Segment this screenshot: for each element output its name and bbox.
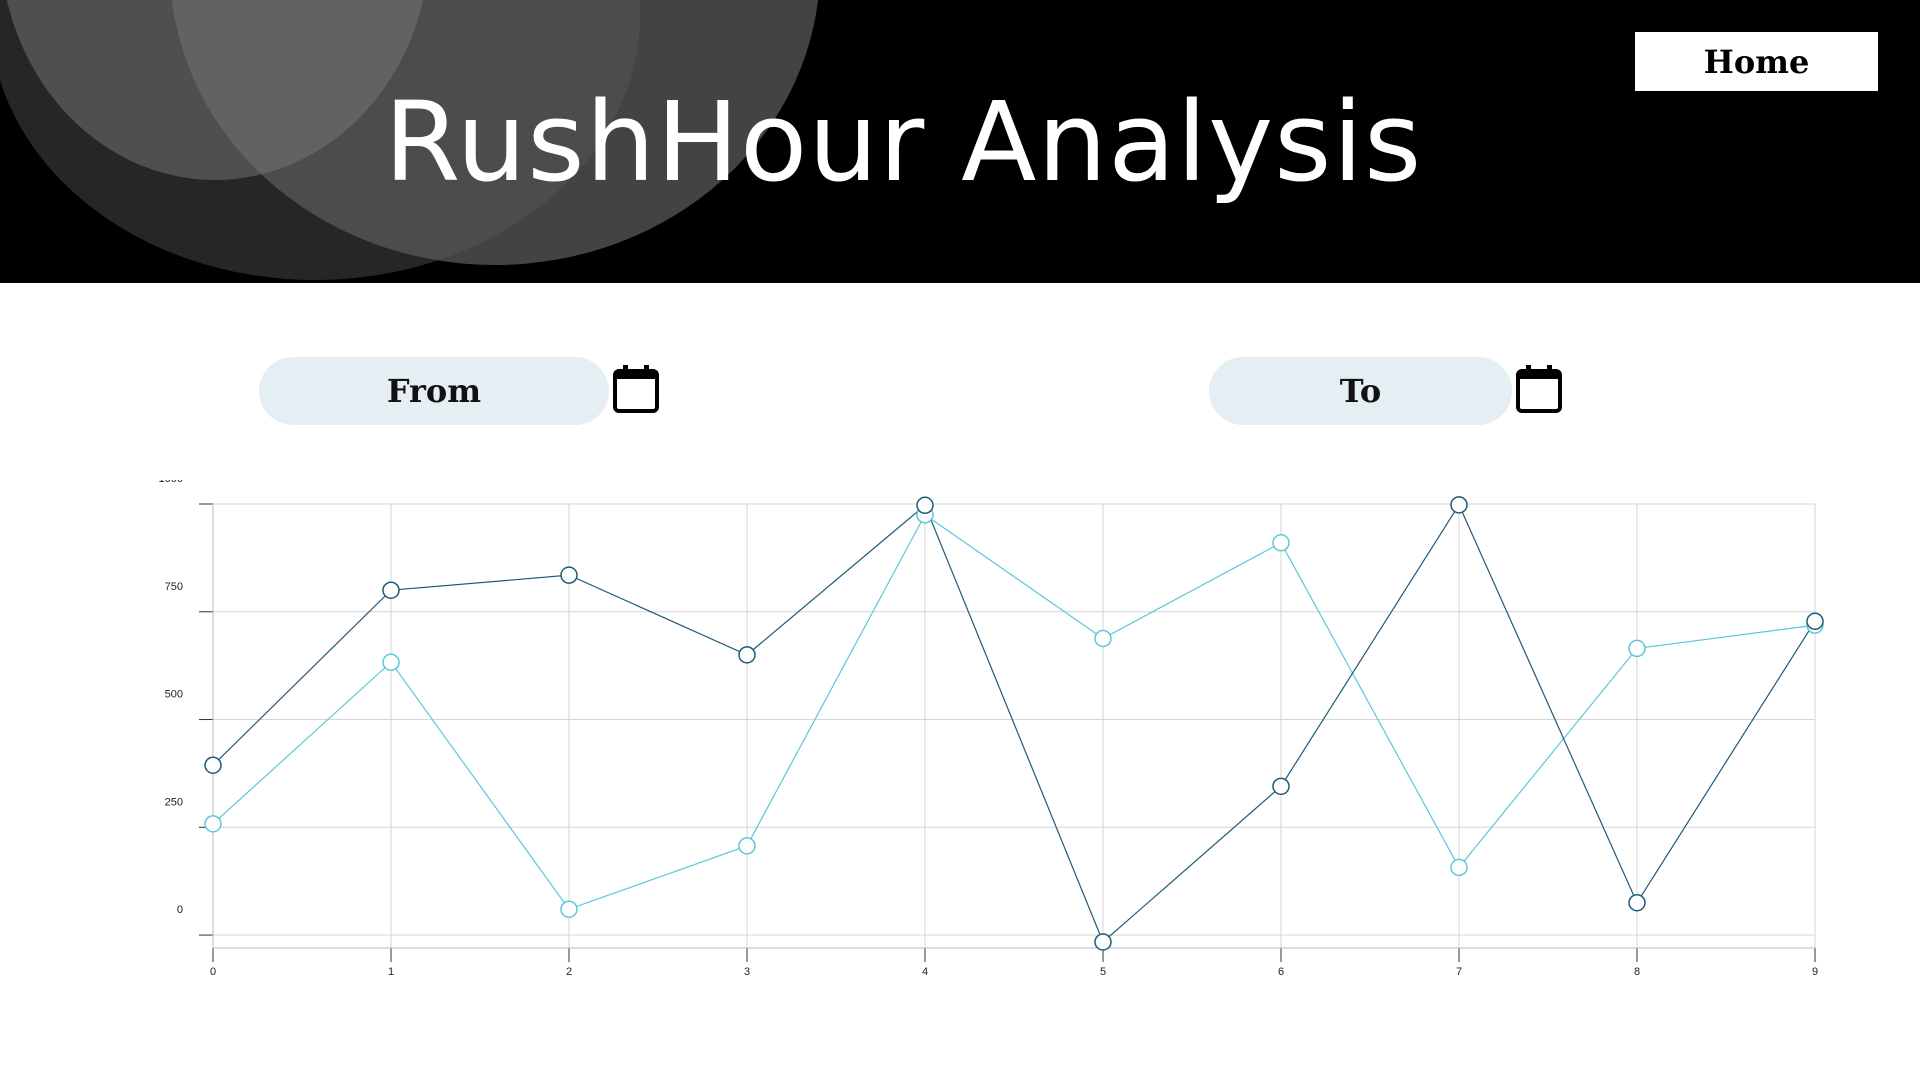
series-line bbox=[212, 513, 1816, 910]
x-tick-label: 8 bbox=[1634, 966, 1640, 978]
data-point bbox=[382, 581, 400, 599]
header-banner: RushHour Analysis Home bbox=[0, 0, 1920, 283]
data-point bbox=[1094, 629, 1112, 648]
data-point bbox=[1450, 858, 1468, 877]
data-point bbox=[916, 496, 934, 515]
to-date-field[interactable]: To bbox=[1209, 357, 1512, 425]
calendar-icon[interactable] bbox=[612, 364, 660, 414]
data-point bbox=[560, 900, 578, 918]
x-tick-label: 6 bbox=[1278, 966, 1284, 978]
y-tick-label: 750 bbox=[165, 581, 183, 593]
x-tick-label: 7 bbox=[1456, 966, 1462, 978]
x-tick-label: 4 bbox=[922, 966, 928, 978]
data-point bbox=[1450, 496, 1468, 514]
data-point bbox=[1628, 639, 1646, 658]
from-date-field[interactable]: From bbox=[259, 357, 609, 425]
data-point bbox=[1806, 612, 1824, 631]
data-point bbox=[1272, 777, 1290, 796]
x-tick-label: 9 bbox=[1812, 966, 1818, 978]
x-tick-label: 3 bbox=[744, 966, 750, 978]
x-tick-label: 0 bbox=[210, 966, 216, 978]
data-point bbox=[1628, 893, 1646, 912]
data-point bbox=[738, 837, 756, 855]
data-point bbox=[738, 646, 756, 664]
y-tick-label: 1000 bbox=[159, 480, 183, 485]
calendar-icon[interactable] bbox=[1515, 364, 1563, 414]
line-chart: 0 250 500 750 1000 0 1 2 3 4 5 6 7 8 9 bbox=[140, 473, 1840, 990]
data-point bbox=[560, 566, 578, 584]
chart-svg: 0 250 500 750 1000 0 1 2 3 4 5 6 7 8 9 bbox=[159, 473, 1824, 978]
x-tick-label: 5 bbox=[1100, 966, 1106, 978]
series-line bbox=[212, 503, 1816, 943]
page-title: RushHour Analysis bbox=[384, 78, 1423, 206]
y-tick-label: 500 bbox=[165, 689, 183, 701]
data-point bbox=[1272, 534, 1290, 552]
data-point bbox=[1094, 933, 1112, 951]
x-tick-label: 1 bbox=[388, 966, 394, 978]
x-tick-label: 2 bbox=[566, 966, 572, 978]
data-point bbox=[204, 815, 222, 833]
y-tick-label: 0 bbox=[177, 904, 183, 916]
y-tick-label: 250 bbox=[165, 796, 183, 808]
data-point bbox=[382, 653, 400, 671]
data-point bbox=[204, 756, 222, 774]
home-button[interactable]: Home bbox=[1634, 31, 1879, 92]
